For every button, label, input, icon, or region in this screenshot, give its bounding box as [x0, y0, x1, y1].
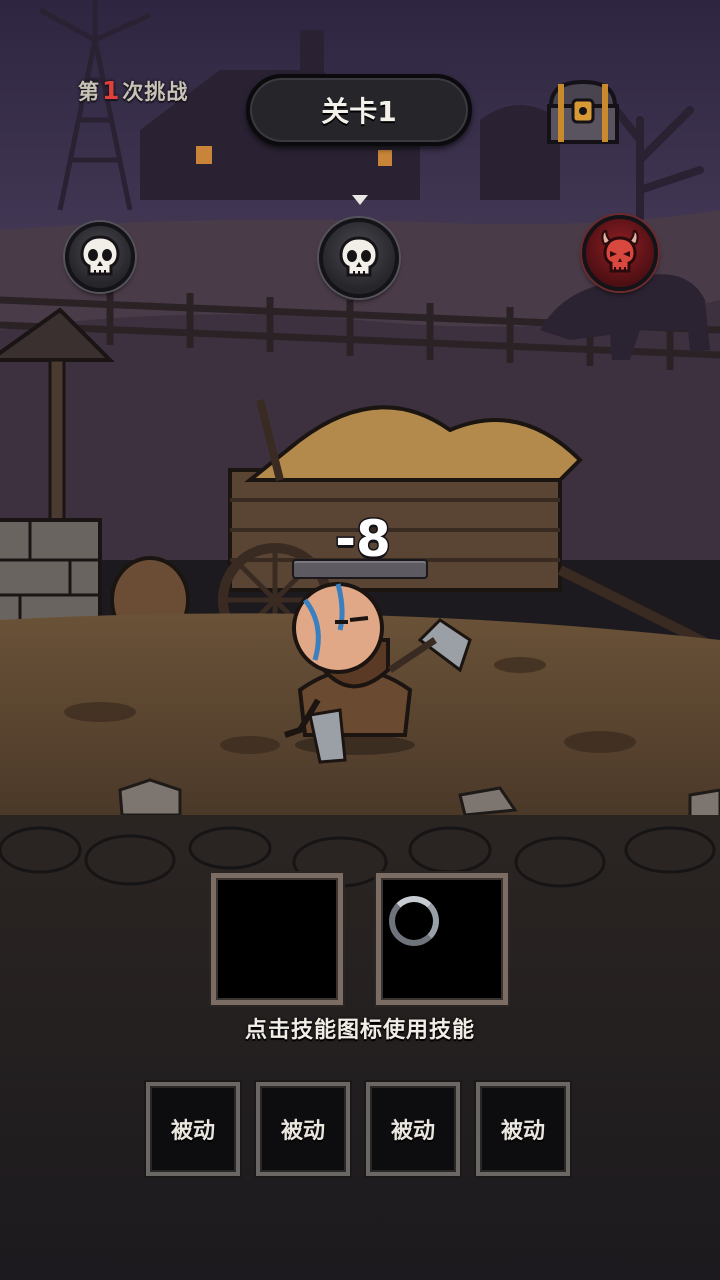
- active-skill-slot-2[interactable]: [376, 873, 508, 1005]
- cooldown-ring-icon: [389, 896, 439, 946]
- attempt-counter: 第1次挑战: [78, 76, 188, 106]
- stage-title: 关卡1: [321, 95, 397, 128]
- treasure-chest-icon[interactable]: [545, 78, 621, 146]
- stage-node-boss: [582, 215, 658, 291]
- passive-skill-slot-1[interactable]: 被动: [146, 1082, 240, 1176]
- passive-skill-label: 被动: [390, 1119, 435, 1144]
- passive-skill-slot-2[interactable]: 被动: [256, 1082, 350, 1176]
- attempt-suffix: 次挑战: [122, 80, 189, 104]
- farm-battle-background: [0, 0, 720, 1280]
- stage-title-banner: 关卡1: [246, 74, 472, 146]
- attempt-number: 1: [102, 76, 121, 105]
- skill-usage-hint: 点击技能图标使用技能: [244, 1018, 475, 1043]
- enemy-hp-bar: [292, 559, 428, 579]
- passive-skill-slot-3[interactable]: 被动: [366, 1082, 460, 1176]
- passive-skill-label: 被动: [500, 1119, 545, 1144]
- game-screen: 第1次挑战 关卡1 -8 点击技能图标使用技能 被动 被动 被动 被动: [0, 0, 720, 1280]
- demon-skull-icon: [601, 230, 639, 273]
- skull-icon: [80, 235, 120, 276]
- passive-skill-label: 被动: [280, 1119, 325, 1144]
- skull-icon: [339, 236, 379, 277]
- stage-node-cleared: [65, 222, 135, 292]
- attempt-prefix: 第: [78, 80, 100, 104]
- current-stage-marker-icon: [352, 195, 368, 205]
- active-skill-slot-1[interactable]: [211, 873, 343, 1005]
- passive-skill-label: 被动: [170, 1119, 215, 1144]
- passive-skill-slot-4[interactable]: 被动: [476, 1082, 570, 1176]
- stage-node-current: [319, 218, 399, 298]
